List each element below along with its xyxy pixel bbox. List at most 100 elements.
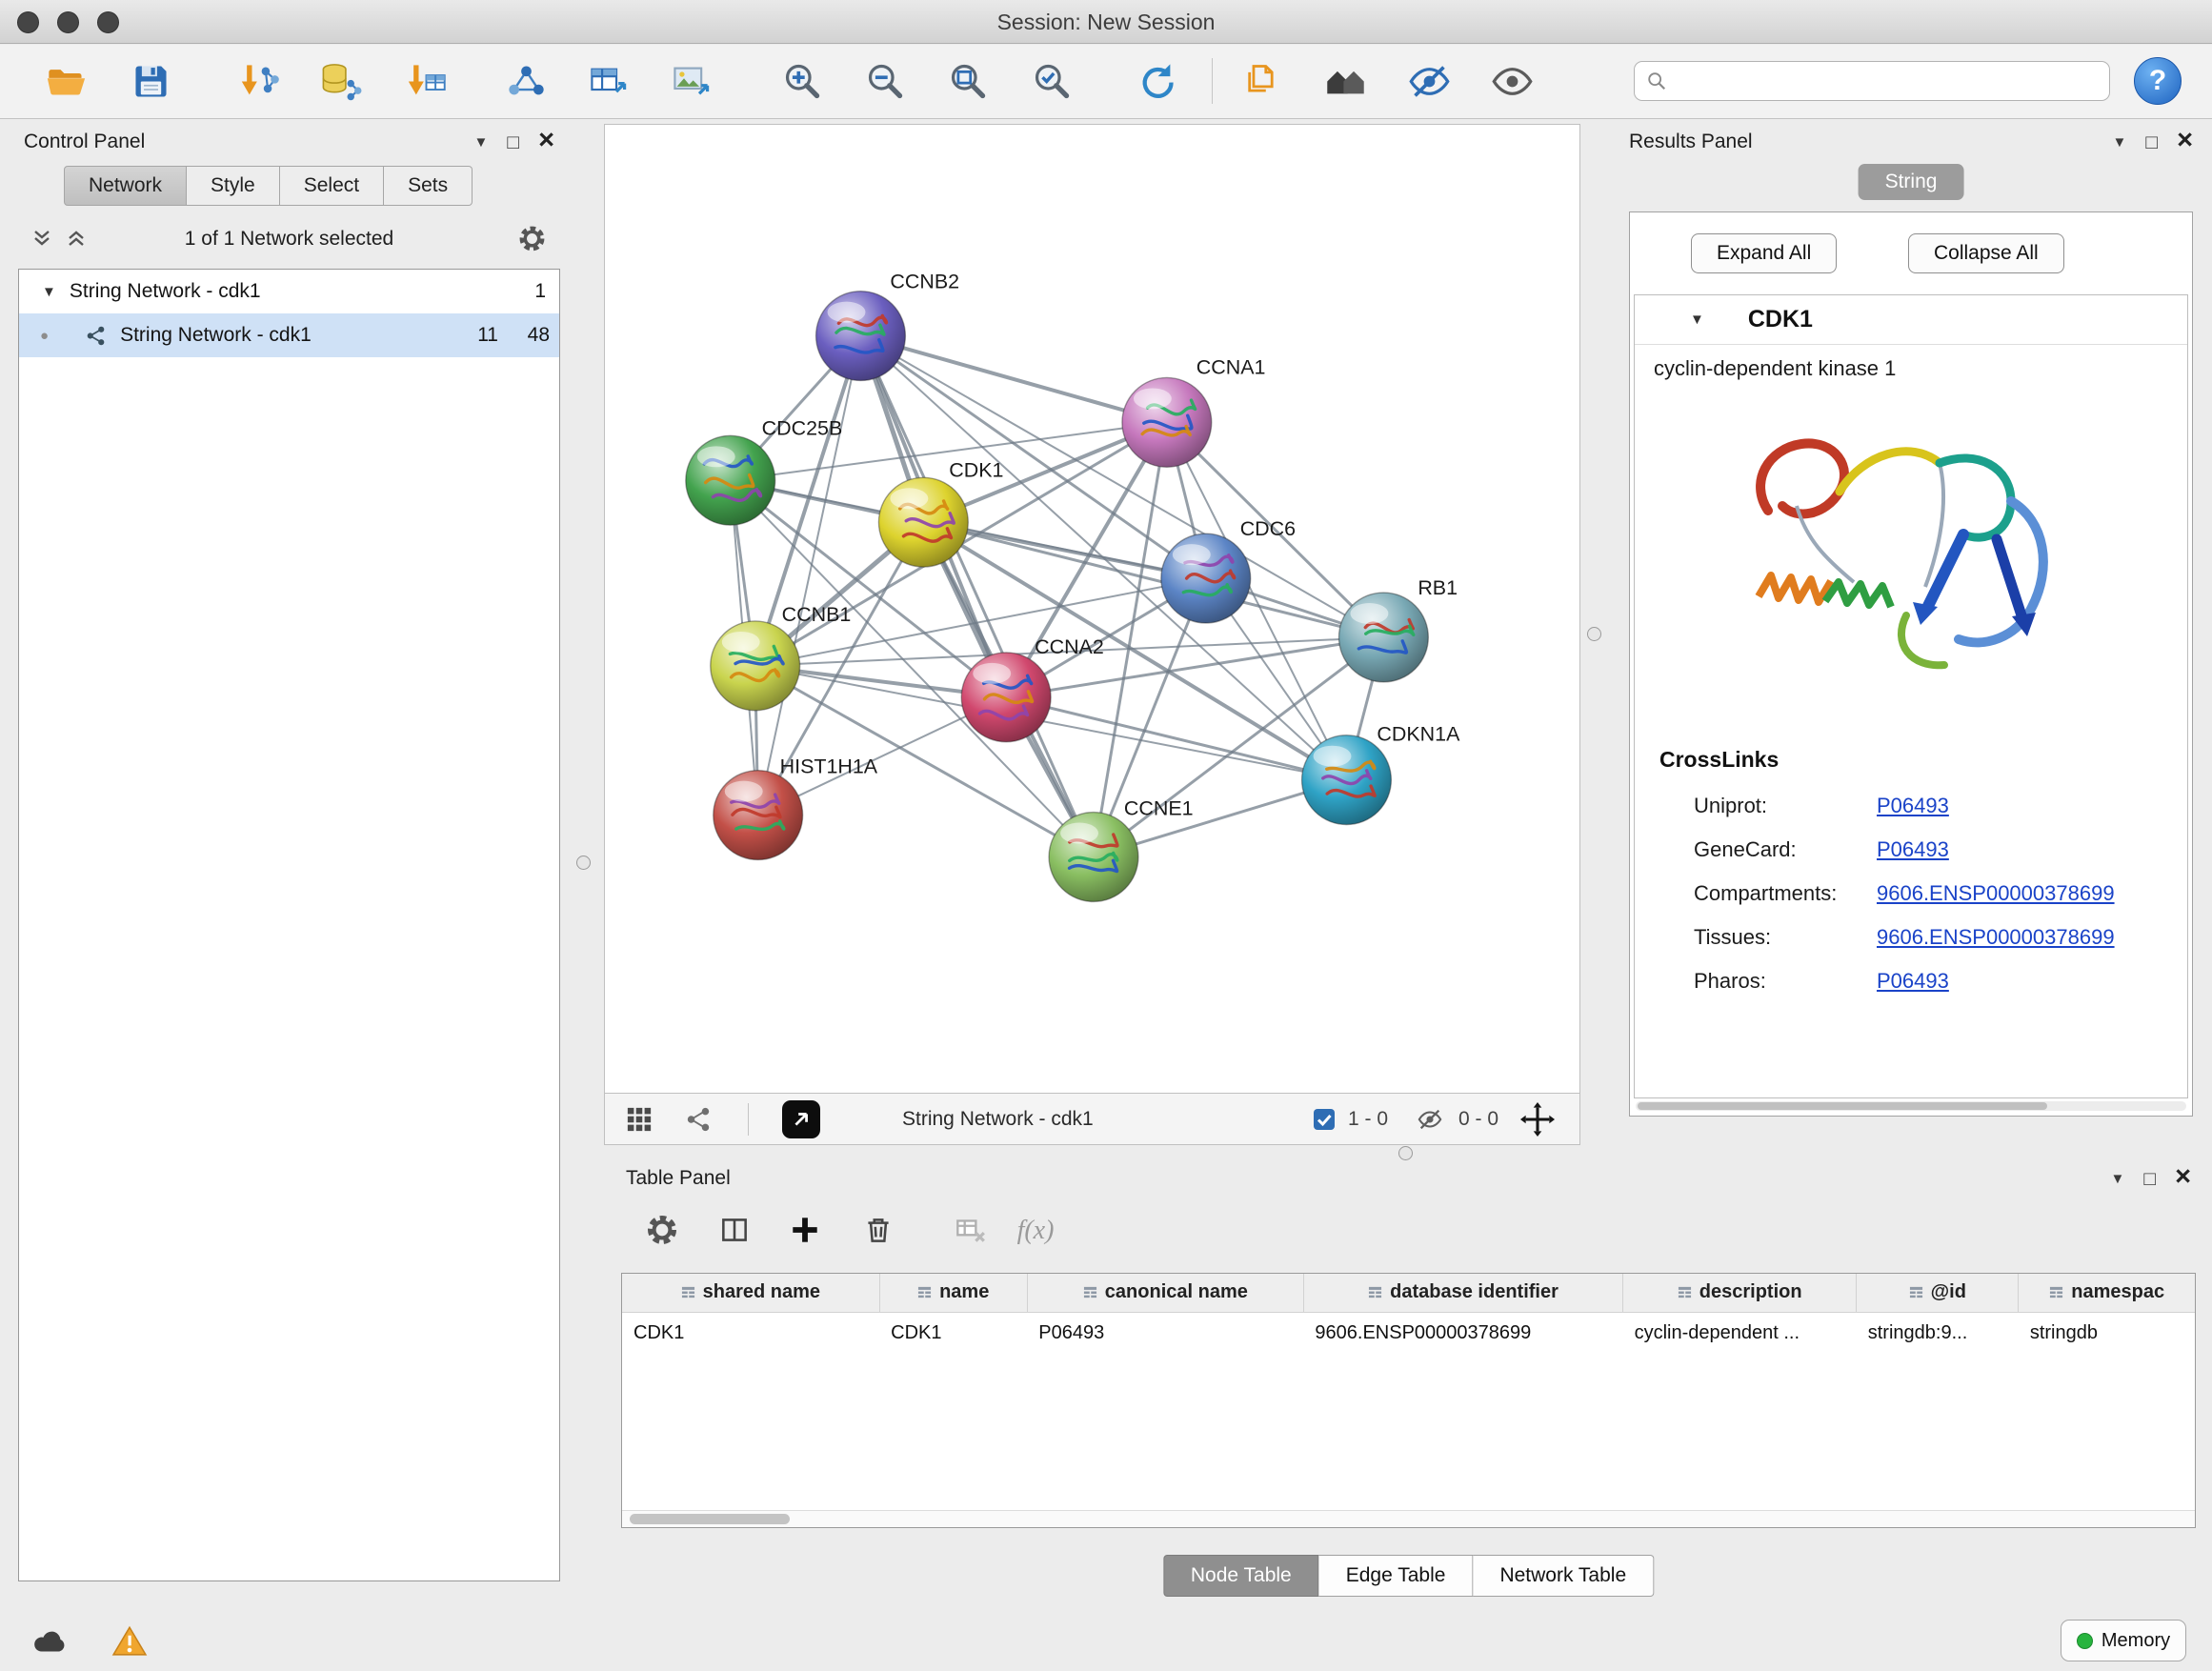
network-edge[interactable] xyxy=(860,336,1094,857)
export-image-button[interactable] xyxy=(663,53,718,109)
column-header-description[interactable]: description xyxy=(1623,1274,1857,1312)
network-node-HIST1H1A[interactable] xyxy=(714,771,803,860)
table-cell[interactable]: P06493 xyxy=(1027,1312,1303,1354)
vertical-splitter-handle[interactable] xyxy=(576,856,591,870)
grid-view-button[interactable] xyxy=(626,1106,653,1136)
network-node-CCNB2[interactable] xyxy=(816,292,906,381)
collapse-section-icon[interactable]: ▼ xyxy=(1690,312,1704,328)
delete-column-button[interactable] xyxy=(857,1210,899,1252)
table-options-button[interactable] xyxy=(641,1210,683,1252)
network-edge[interactable] xyxy=(758,336,861,815)
network-node-CDC6[interactable] xyxy=(1161,534,1251,623)
create-column-button[interactable] xyxy=(784,1210,826,1252)
open-session-button[interactable] xyxy=(38,53,93,109)
hide-selected-button[interactable] xyxy=(1401,53,1457,109)
tab-string[interactable]: String xyxy=(1859,164,1964,200)
zoom-fit-button[interactable] xyxy=(939,53,995,109)
zoom-out-button[interactable] xyxy=(856,53,912,109)
horizontal-splitter-handle[interactable] xyxy=(1398,1146,1413,1160)
network-edge[interactable] xyxy=(860,336,1166,423)
network-node-CCNB1[interactable] xyxy=(711,621,800,711)
apply-layout-button[interactable] xyxy=(1129,53,1184,109)
double-home-button[interactable] xyxy=(1317,53,1373,109)
memory-button[interactable]: Memory xyxy=(2061,1620,2186,1661)
zoom-in-button[interactable] xyxy=(774,53,829,109)
table-cell[interactable]: stringdb xyxy=(2019,1312,2195,1354)
table-cell[interactable]: stringdb:9... xyxy=(1857,1312,2019,1354)
center-view-button[interactable] xyxy=(1519,1101,1556,1140)
network-node-CDKN1A[interactable] xyxy=(1302,735,1392,825)
tab-style[interactable]: Style xyxy=(187,166,280,206)
column-header-shared-name[interactable]: shared name xyxy=(622,1274,879,1312)
table-cell[interactable]: cyclin-dependent ... xyxy=(1623,1312,1857,1354)
network-options-button[interactable] xyxy=(516,224,547,254)
tab-network[interactable]: Network xyxy=(64,166,187,206)
column-header-@id[interactable]: @id xyxy=(1857,1274,2019,1312)
panel-close-icon[interactable]: × xyxy=(538,127,554,154)
show-graphics-details-button[interactable] xyxy=(1484,53,1539,109)
scrollbar-thumb[interactable] xyxy=(630,1514,790,1524)
delete-table-button[interactable] xyxy=(949,1210,991,1252)
panel-float-icon[interactable]: □ xyxy=(507,132,519,152)
tab-node-table[interactable]: Node Table xyxy=(1163,1555,1319,1597)
table-row[interactable]: CDK1CDK1P064939606.ENSP00000378699cyclin… xyxy=(622,1312,2195,1354)
tab-sets[interactable]: Sets xyxy=(384,166,473,206)
network-edge[interactable] xyxy=(1006,697,1346,780)
network-node-CDC25B[interactable] xyxy=(686,435,775,525)
panel-close-icon[interactable]: × xyxy=(2177,127,2193,154)
function-builder-button[interactable]: f(x) xyxy=(1002,1210,1069,1252)
import-table-file-button[interactable] xyxy=(398,53,453,109)
results-horizontal-scrollbar[interactable] xyxy=(1636,1101,2186,1111)
vertical-splitter-handle[interactable] xyxy=(1587,627,1601,641)
close-window-button[interactable] xyxy=(17,11,39,33)
help-button[interactable]: ? xyxy=(2134,57,2182,105)
network-row[interactable]: ● String Network - cdk1 11 48 xyxy=(19,313,559,357)
network-node-CDK1[interactable] xyxy=(878,477,968,567)
table-cell[interactable]: CDK1 xyxy=(622,1312,879,1354)
zoom-window-button[interactable] xyxy=(97,11,119,33)
network-node-CCNA1[interactable] xyxy=(1122,377,1212,467)
table-cell[interactable]: 9606.ENSP00000378699 xyxy=(1303,1312,1622,1354)
network-node-CCNA2[interactable] xyxy=(961,653,1051,742)
panel-float-icon[interactable]: □ xyxy=(2145,132,2158,152)
table-horizontal-scrollbar[interactable] xyxy=(622,1510,2195,1527)
export-table-button[interactable] xyxy=(580,53,635,109)
crosslink-link[interactable]: 9606.ENSP00000378699 xyxy=(1877,881,2115,906)
protein-header[interactable]: ▼ CDK1 xyxy=(1635,295,2187,345)
import-network-file-button[interactable] xyxy=(231,53,287,109)
panel-menu-icon[interactable]: ▼ xyxy=(2113,135,2127,150)
search-input[interactable] xyxy=(1675,70,2098,92)
crosslink-link[interactable]: 9606.ENSP00000378699 xyxy=(1877,925,2115,950)
tab-select[interactable]: Select xyxy=(280,166,384,206)
network-node-CCNE1[interactable] xyxy=(1049,813,1138,902)
save-session-button[interactable] xyxy=(123,53,178,109)
export-network-button[interactable] xyxy=(498,53,553,109)
panel-close-icon[interactable]: × xyxy=(2175,1163,2191,1191)
selected-items-indicator[interactable] xyxy=(1312,1107,1337,1135)
hidden-items-indicator[interactable] xyxy=(1417,1106,1443,1136)
tab-edge-table[interactable]: Edge Table xyxy=(1319,1555,1474,1597)
import-network-database-button[interactable] xyxy=(312,53,367,109)
show-columns-button[interactable] xyxy=(714,1210,755,1252)
crosslink-link[interactable]: P06493 xyxy=(1877,794,1949,818)
network-collection-row[interactable]: ▼ String Network - cdk1 1 xyxy=(19,270,559,313)
column-header-database-identifier[interactable]: database identifier xyxy=(1303,1274,1622,1312)
table-cell[interactable]: CDK1 xyxy=(879,1312,1027,1354)
warnings-button[interactable] xyxy=(107,1621,152,1661)
panel-float-icon[interactable]: □ xyxy=(2143,1169,2156,1189)
column-header-name[interactable]: name xyxy=(879,1274,1027,1312)
column-header-namespac[interactable]: namespac xyxy=(2019,1274,2195,1312)
crosslink-link[interactable]: P06493 xyxy=(1877,969,1949,994)
scrollbar-thumb[interactable] xyxy=(1638,1102,2047,1110)
network-view[interactable]: CCNB2CCNA1CDC25BCDK1CDC6RB1CCNB1CCNA2CDK… xyxy=(604,124,1580,1094)
column-header-canonical-name[interactable]: canonical name xyxy=(1027,1274,1303,1312)
expander-icon[interactable]: ▼ xyxy=(42,284,56,300)
network-node-RB1[interactable] xyxy=(1338,593,1428,682)
collapse-all-button[interactable]: Collapse All xyxy=(1908,233,2064,273)
crosslink-link[interactable]: P06493 xyxy=(1877,837,1949,862)
cloud-sync-button[interactable] xyxy=(24,1621,77,1661)
panel-menu-icon[interactable]: ▼ xyxy=(2111,1172,2125,1186)
network-edges[interactable] xyxy=(731,336,1384,857)
tab-network-table[interactable]: Network Table xyxy=(1473,1555,1654,1597)
network-canvas[interactable]: CCNB2CCNA1CDC25BCDK1CDC6RB1CCNB1CCNA2CDK… xyxy=(605,125,1579,1093)
